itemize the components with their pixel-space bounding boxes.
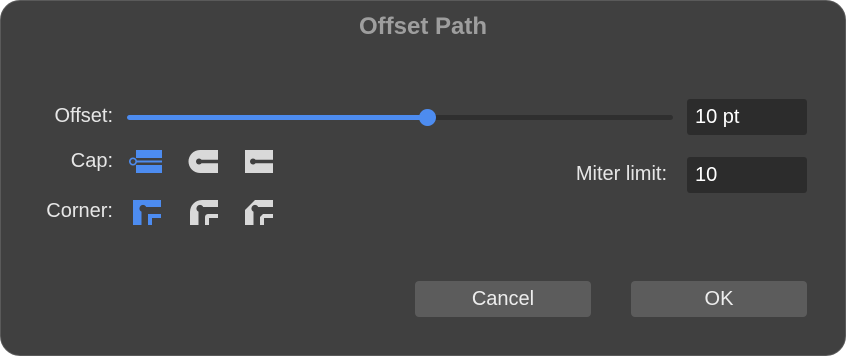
corner-label: Corner: xyxy=(46,200,113,222)
butt-cap-icon[interactable] xyxy=(128,147,162,177)
offset-slider-fill xyxy=(127,115,427,120)
cap-label: Cap: xyxy=(70,150,113,172)
offset-slider-thumb[interactable] xyxy=(418,109,436,126)
projecting-cap-icon[interactable] xyxy=(240,147,274,177)
round-join-icon[interactable] xyxy=(186,197,220,227)
ok-button[interactable]: OK xyxy=(631,281,807,317)
offset-path-dialog: Offset Path Offset: Cap: Corner: xyxy=(0,0,846,356)
dialog-title: Offset Path xyxy=(358,13,487,40)
bevel-join-icon[interactable] xyxy=(241,197,275,227)
miter-join-icon[interactable] xyxy=(129,197,163,227)
miter-limit-field[interactable] xyxy=(687,157,807,193)
round-cap-icon[interactable] xyxy=(186,147,220,177)
offset-slider[interactable] xyxy=(127,109,673,126)
cancel-button[interactable]: Cancel xyxy=(415,281,591,317)
miter-limit-label: Miter limit: xyxy=(575,163,667,185)
offset-label: Offset: xyxy=(54,105,113,127)
offset-value-field[interactable] xyxy=(687,99,807,135)
